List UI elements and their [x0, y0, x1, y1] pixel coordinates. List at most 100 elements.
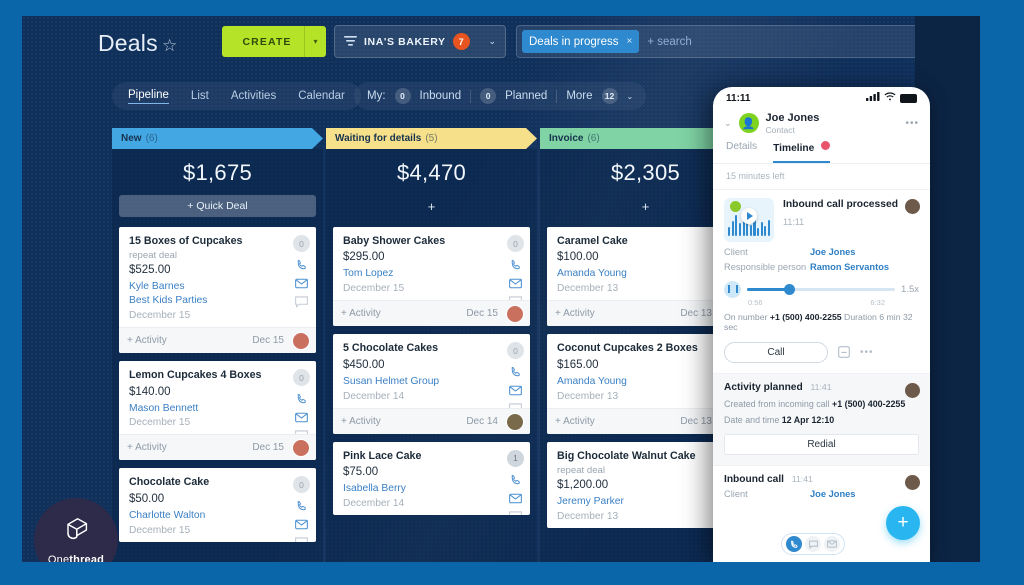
tab-list[interactable]: List: [191, 90, 209, 102]
client-value[interactable]: Joe Jones: [810, 489, 855, 499]
business-name: INA'S BAKERY: [364, 35, 446, 48]
add-activity-link[interactable]: + Activity: [341, 416, 381, 427]
filter-inbound[interactable]: Inbound: [420, 90, 462, 102]
phone-icon[interactable]: [296, 393, 308, 405]
avatar[interactable]: [292, 439, 310, 458]
deal-person[interactable]: Tom Lopez: [343, 267, 490, 281]
add-activity-link[interactable]: + Activity: [555, 308, 595, 319]
filter-more[interactable]: More: [566, 90, 592, 102]
phone-icon[interactable]: [296, 500, 308, 512]
search-input-placeholder[interactable]: + search: [647, 36, 691, 48]
mail-icon[interactable]: [295, 412, 308, 423]
avatar[interactable]: [292, 332, 310, 351]
on-number-value[interactable]: +1 (500) 400-2255: [770, 312, 842, 322]
deal-person[interactable]: Mason Bennett: [129, 402, 276, 416]
search-filter-chip[interactable]: Deals in progress ×: [522, 30, 640, 53]
deal-card-body: Baby Shower Cakes $295.00 Tom Lopez Dece…: [333, 227, 530, 300]
responsible-value[interactable]: Ramon Servantos: [810, 262, 889, 272]
avatar[interactable]: [506, 305, 524, 324]
more-horizontal-icon[interactable]: •••: [860, 347, 874, 358]
mail-icon[interactable]: [824, 536, 840, 552]
add-activity-link[interactable]: + Activity: [127, 442, 167, 453]
tab-activities[interactable]: Activities: [231, 90, 276, 102]
pause-icon[interactable]: [724, 280, 741, 298]
chevron-down-icon[interactable]: ⌄: [724, 118, 732, 129]
phone-icon[interactable]: [786, 536, 802, 552]
note-icon[interactable]: [838, 346, 850, 359]
deal-person[interactable]: Isabella Berry: [343, 482, 490, 496]
chevron-down-icon[interactable]: ⌄: [488, 36, 496, 47]
more-horizontal-icon[interactable]: •••: [905, 118, 919, 129]
deal-title: 5 Chocolate Cakes: [343, 342, 439, 355]
phone-icon[interactable]: [510, 474, 522, 486]
total-duration: 6:32: [870, 297, 885, 307]
chat-icon[interactable]: [805, 536, 821, 552]
phone-icon[interactable]: [510, 259, 522, 271]
deal-card[interactable]: 5 Chocolate Cakes $450.00 Susan Helmet G…: [333, 334, 530, 434]
deal-title: Lemon Cupcakes 4 Boxes: [129, 369, 262, 382]
view-tabs: Pipeline List Activities Calendar: [112, 82, 361, 110]
star-icon[interactable]: ☆: [162, 37, 177, 54]
filter-icon: [344, 36, 357, 47]
call-button[interactable]: Call: [724, 341, 828, 363]
seek-progress: [747, 288, 787, 292]
deal-person[interactable]: Jeremy Parker: [557, 495, 704, 509]
deal-footer-date: Dec 15: [466, 308, 498, 320]
mail-icon[interactable]: [295, 278, 308, 289]
audio-seek-slider[interactable]: [747, 282, 896, 296]
create-dropdown-caret[interactable]: ▾: [304, 26, 326, 57]
chevron-down-icon[interactable]: ⌄: [627, 92, 634, 101]
deal-person[interactable]: Susan Helmet Group: [343, 375, 490, 389]
deal-person[interactable]: Charlotte Walton: [129, 509, 276, 523]
deal-card[interactable]: 15 Boxes of Cupcakes repeat deal $525.00…: [119, 227, 316, 354]
timeline-item-call-record[interactable]: Inbound call processed 11:11 Client Joe …: [713, 188, 930, 373]
timeline-item-activity-planned[interactable]: Activity planned 11:41 Created from inco…: [713, 372, 930, 465]
tab-details[interactable]: Details: [726, 141, 757, 163]
play-icon[interactable]: [741, 208, 757, 225]
column-body: $1,675 + Quick Deal 15 Boxes of Cupcakes…: [112, 149, 323, 562]
column-header[interactable]: New (6): [112, 128, 323, 149]
deal-card[interactable]: Chocolate Cake $50.00 Charlotte Walton D…: [119, 468, 316, 542]
deal-person[interactable]: Kyle Barnes: [129, 280, 276, 294]
deal-person[interactable]: Amanda Young: [557, 267, 704, 281]
mail-icon[interactable]: [295, 519, 308, 530]
audio-waveform-thumb[interactable]: [724, 197, 774, 242]
close-icon[interactable]: ×: [626, 36, 632, 47]
created-number[interactable]: +1 (500) 400-2255: [832, 399, 905, 409]
client-value[interactable]: Joe Jones: [810, 247, 855, 257]
mail-icon[interactable]: [509, 493, 522, 504]
tab-calendar[interactable]: Calendar: [298, 90, 345, 102]
add-activity-link[interactable]: + Activity: [341, 308, 381, 319]
add-deal-button[interactable]: +: [333, 195, 530, 217]
tab-pipeline[interactable]: Pipeline: [128, 89, 169, 104]
redial-button[interactable]: Redial: [724, 433, 919, 455]
add-activity-link[interactable]: + Activity: [555, 416, 595, 427]
search-bar[interactable]: Deals in progress × + search: [516, 25, 915, 58]
deal-card[interactable]: Pink Lace Cake $75.00 Isabella Berry Dec…: [333, 441, 530, 515]
deal-amount: $140.00: [129, 385, 171, 398]
chat-icon[interactable]: [509, 510, 522, 515]
plus-icon[interactable]: +: [886, 506, 920, 540]
chat-icon[interactable]: [295, 537, 308, 542]
chat-icon[interactable]: [295, 296, 308, 308]
playback-rate[interactable]: 1.5x: [901, 284, 919, 295]
deal-card[interactable]: Baby Shower Cakes $295.00 Tom Lopez Dece…: [333, 227, 530, 327]
business-filter[interactable]: INA'S BAKERY 7 ⌄: [334, 25, 506, 58]
timeline-item-inbound-call[interactable]: Inbound call 11:41 Client Joe Jones: [713, 464, 930, 509]
tab-timeline[interactable]: Timeline: [773, 140, 831, 163]
deal-card[interactable]: Lemon Cupcakes 4 Boxes $140.00 Mason Ben…: [119, 361, 316, 461]
phone-icon[interactable]: [510, 366, 522, 378]
avatar[interactable]: [506, 412, 524, 431]
seek-handle[interactable]: [784, 284, 795, 296]
mail-icon[interactable]: [509, 385, 522, 396]
phone-icon[interactable]: [296, 259, 308, 271]
deal-person[interactable]: Amanda Young: [557, 375, 704, 389]
column-header[interactable]: Waiting for details (5): [326, 128, 537, 149]
filter-planned[interactable]: Planned: [505, 90, 547, 102]
deal-amount: $50.00: [129, 492, 165, 505]
quick-deal-button[interactable]: + Quick Deal: [119, 195, 316, 217]
activity-datetime-line: Date and time 12 Apr 12:10: [724, 415, 919, 425]
deal-org[interactable]: Best Kids Parties: [129, 294, 276, 308]
mail-icon[interactable]: [509, 278, 522, 289]
add-activity-link[interactable]: + Activity: [127, 335, 167, 346]
